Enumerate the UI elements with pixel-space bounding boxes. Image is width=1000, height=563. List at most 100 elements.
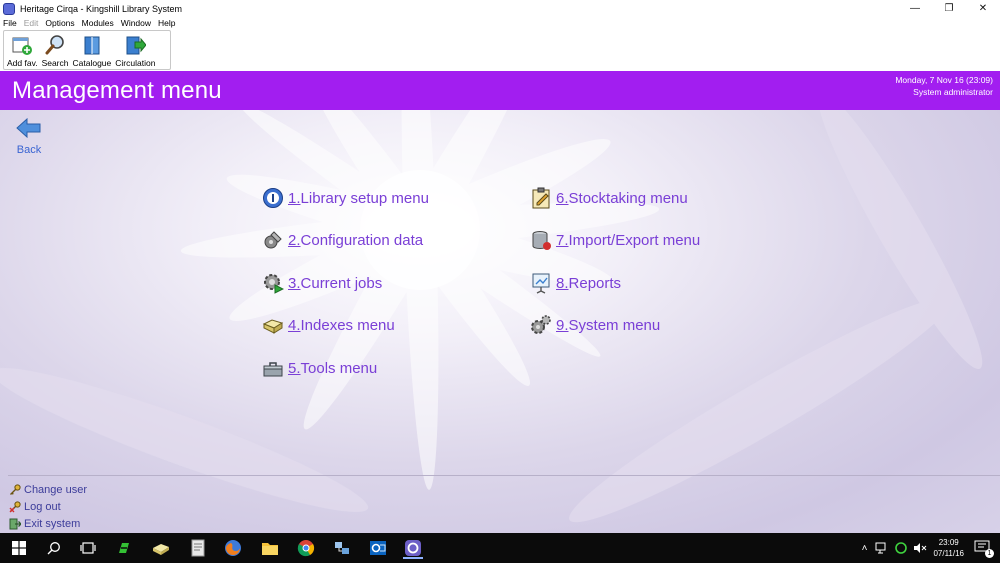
search-label: Search <box>41 58 69 68</box>
restore-button[interactable]: ❐ <box>932 0 966 17</box>
menu-label: Stocktaking menu <box>568 189 688 207</box>
file-explorer-icon <box>262 543 278 555</box>
catalogue-label: Catalogue <box>72 58 112 68</box>
tools-icon <box>262 357 284 379</box>
menu-label: Library setup menu <box>300 189 429 207</box>
library-setup-icon <box>262 187 284 209</box>
search-icon <box>44 34 66 56</box>
catalogue-button[interactable]: Catalogue <box>72 31 112 69</box>
session-date: Monday, 7 Nov 16 (23:09) <box>895 75 993 85</box>
app-icon <box>3 2 15 15</box>
menu-number: 5. <box>288 359 301 377</box>
menu-label: Reports <box>568 274 622 292</box>
menu-number: 1. <box>288 189 301 207</box>
menu-number: 8. <box>556 274 569 292</box>
search-icon <box>47 542 60 555</box>
menu-label: Tools menu <box>300 359 378 377</box>
menu-number: 9. <box>556 316 569 334</box>
taskbar-app-network[interactable] <box>331 537 353 559</box>
system-tray: ˄ 23:09 07/11/16 1 <box>862 533 1000 563</box>
change-user-label: Change user <box>24 483 87 496</box>
search-button[interactable]: Search <box>42 31 69 69</box>
menu-item-tools[interactable]: 5. Tools menu <box>262 356 377 380</box>
menu-modules[interactable]: Modules <box>82 18 114 28</box>
menu-item-current-jobs[interactable]: 3. Current jobs <box>262 271 382 295</box>
start-button[interactable] <box>8 537 30 559</box>
chevron-up-icon[interactable]: ˄ <box>862 543 868 554</box>
app-tray-icon[interactable] <box>895 542 908 554</box>
change-user-link[interactable]: Change user <box>9 482 87 497</box>
log-out-icon <box>9 500 21 513</box>
log-out-link[interactable]: Log out <box>9 499 61 514</box>
taskbar-app-green[interactable] <box>113 537 135 559</box>
clock[interactable]: 23:09 07/11/16 <box>933 537 964 559</box>
catalogue-icon <box>81 34 103 56</box>
divider <box>8 475 1000 476</box>
heritage-cirqa-icon <box>405 540 421 556</box>
app-document-icon <box>191 539 205 557</box>
taskbar: ˄ 23:09 07/11/16 1 <box>0 533 1000 563</box>
menu-item-reports[interactable]: 8. Reports <box>530 271 621 295</box>
menu-item-import-export[interactable]: 7. Import/Export menu <box>530 228 700 252</box>
menu-label: Current jobs <box>300 274 383 292</box>
indexes-icon <box>262 314 284 336</box>
menu-number: 6. <box>556 189 569 207</box>
window-controls: — ❐ ✕ <box>898 0 1000 17</box>
menu-label: System menu <box>568 316 661 334</box>
taskbar-app-document[interactable] <box>187 537 209 559</box>
taskbar-file-explorer[interactable] <box>259 537 281 559</box>
session-info: Monday, 7 Nov 16 (23:09) System administ… <box>895 74 993 98</box>
menu-item-system[interactable]: 9. System menu <box>530 313 660 337</box>
circulation-button[interactable]: Circulation <box>115 31 155 69</box>
title-bar: Heritage Cirqa - Kingshill Library Syste… <box>0 0 1000 17</box>
page-header: Management menu Monday, 7 Nov 16 (23:09)… <box>0 71 1000 110</box>
chrome-icon <box>297 540 315 557</box>
action-center-button[interactable]: 1 <box>974 540 994 558</box>
menu-window[interactable]: Window <box>121 18 151 28</box>
menu-bar: File Edit Options Modules Window Help <box>0 17 1000 29</box>
app-green-icon <box>119 543 129 553</box>
exit-system-link[interactable]: Exit system <box>9 516 80 531</box>
menu-file[interactable]: File <box>3 18 17 28</box>
exit-icon <box>9 518 21 530</box>
taskbar-search-button[interactable] <box>43 537 65 559</box>
minimize-button[interactable]: — <box>898 0 932 17</box>
system-menu-icon <box>530 314 552 336</box>
add-favourite-button[interactable]: Add fav. <box>7 31 38 69</box>
reports-icon <box>530 272 552 294</box>
current-jobs-icon <box>262 272 284 294</box>
menu-item-library-setup[interactable]: 1. Library setup menu <box>262 186 429 210</box>
main-area: Back 1. Library setup menu 2. Configurat… <box>0 110 1000 533</box>
taskbar-chrome[interactable] <box>295 537 317 559</box>
menu-edit[interactable]: Edit <box>24 18 39 28</box>
menu-item-stocktaking[interactable]: 6. Stocktaking menu <box>530 186 688 210</box>
back-button[interactable]: Back <box>12 117 46 156</box>
window-title: Heritage Cirqa - Kingshill Library Syste… <box>20 3 183 14</box>
menu-options[interactable]: Options <box>45 18 74 28</box>
menu-item-configuration-data[interactable]: 2. Configuration data <box>262 228 423 252</box>
taskbar-firefox[interactable] <box>222 537 244 559</box>
taskbar-heritage-cirqa[interactable] <box>402 537 424 559</box>
exit-system-label: Exit system <box>24 517 81 530</box>
network-icon[interactable] <box>875 542 889 554</box>
configuration-icon <box>262 229 284 251</box>
close-button[interactable]: ✕ <box>966 0 1000 17</box>
menu-number: 7. <box>556 231 569 249</box>
menu-number: 4. <box>288 316 301 334</box>
app-network-icon <box>335 542 349 554</box>
menu-item-indexes[interactable]: 4. Indexes menu <box>262 313 395 337</box>
toolbar-group: Add fav. Search Catalogue Circulation <box>3 30 171 70</box>
page-title: Management menu <box>12 77 222 104</box>
volume-muted-icon[interactable] <box>913 542 927 554</box>
taskbar-app-book[interactable] <box>150 537 172 559</box>
menu-help[interactable]: Help <box>158 18 175 28</box>
menu-number: 2. <box>288 231 301 249</box>
task-view-button[interactable] <box>77 537 99 559</box>
start-icon <box>12 541 26 555</box>
task-view-icon <box>80 542 96 554</box>
menu-number: 3. <box>288 274 301 292</box>
active-app-indicator <box>403 557 423 559</box>
menu-label: Import/Export menu <box>568 231 701 249</box>
menu-label: Indexes menu <box>300 316 395 334</box>
taskbar-outlook[interactable] <box>367 537 389 559</box>
